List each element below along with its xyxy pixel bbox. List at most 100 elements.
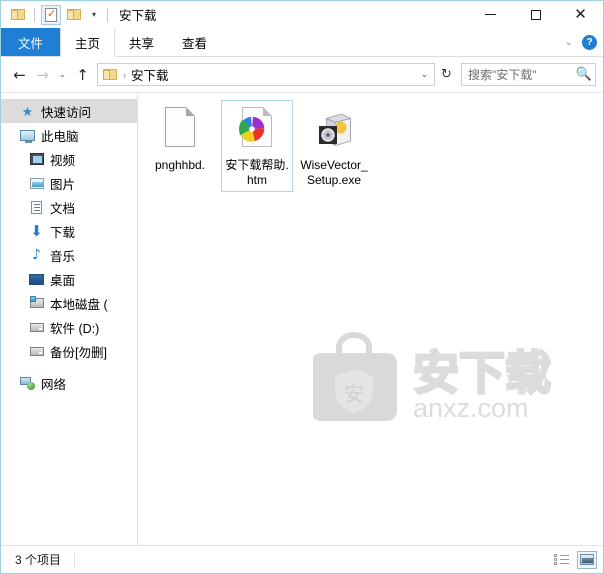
- breadcrumb-current-folder[interactable]: 安下载: [131, 65, 169, 84]
- qat-separator: [34, 7, 35, 22]
- recent-locations-button[interactable]: ⌄: [54, 63, 71, 87]
- html-file-icon: [233, 105, 281, 153]
- close-button[interactable]: ✕: [558, 1, 603, 28]
- downloads-icon: ⬇: [30, 222, 43, 240]
- view-mode-buttons: [551, 550, 597, 569]
- title-bar: ▾ 安下载 ✕: [1, 1, 603, 28]
- tab-view[interactable]: 查看: [168, 28, 221, 56]
- sidebar-item-label: 本地磁盘 (: [50, 297, 108, 312]
- sidebar-item-label: 网络: [41, 377, 67, 392]
- watermark-shield-char: 安: [344, 383, 364, 406]
- sidebar-item-desktop[interactable]: 桌面: [1, 267, 137, 291]
- list-item[interactable]: 安下载帮助.htm: [221, 100, 293, 192]
- minimize-icon: [485, 14, 496, 15]
- window-controls: ✕: [468, 1, 603, 28]
- quick-access-toolbar: ▾: [1, 4, 111, 25]
- forward-button[interactable]: →: [31, 63, 54, 87]
- sidebar-item-software-drive[interactable]: 软件 (D:): [1, 315, 137, 339]
- pictures-icon: [27, 175, 46, 191]
- file-explorer-window: ▾ 安下载 ✕ 文件 主页 共享 查看 ⌄ ? ← → ⌄ ↑ › 安下载: [0, 0, 604, 574]
- search-box[interactable]: 🔍: [461, 63, 596, 86]
- sidebar-item-videos[interactable]: 视频: [1, 147, 137, 171]
- sidebar-item-label: 快速访问: [41, 105, 92, 120]
- help-icon[interactable]: ?: [582, 34, 597, 50]
- properties-checkmark-icon: [45, 7, 57, 22]
- drive-icon: [27, 343, 46, 359]
- search-input[interactable]: [462, 66, 573, 83]
- chevron-down-icon[interactable]: ⌄: [565, 37, 573, 48]
- sidebar-item-label: 软件 (D:): [50, 321, 100, 336]
- watermark-logo: 安 安下载 anxz.com: [313, 332, 552, 423]
- search-icon[interactable]: 🔍: [573, 67, 595, 82]
- file-items: pnghhbd. 安下载帮助.htm WiseVector_Setup.exe: [138, 93, 603, 198]
- file-name-label: 安下载帮助.htm: [225, 158, 289, 187]
- list-item[interactable]: pnghhbd.: [144, 100, 216, 192]
- maximize-button[interactable]: [513, 1, 558, 28]
- sidebar-item-label: 下载: [50, 225, 76, 240]
- sidebar-item-music[interactable]: ♪ 音乐: [1, 243, 137, 267]
- sidebar-item-documents[interactable]: 文档: [1, 195, 137, 219]
- sidebar-item-quick-access[interactable]: ★ 快速访问: [1, 99, 137, 123]
- tab-share[interactable]: 共享: [115, 28, 168, 56]
- window-title: 安下载: [119, 9, 157, 23]
- sidebar-item-label: 文档: [50, 201, 76, 216]
- folder-icon: [103, 68, 118, 81]
- tab-file[interactable]: 文件: [1, 28, 61, 56]
- qat-separator-2: [107, 7, 108, 22]
- pinwheel-glyph: [239, 116, 265, 142]
- watermark-brand: 安下载: [413, 347, 551, 399]
- chevron-down-icon[interactable]: ▾: [87, 10, 101, 19]
- blank-file-icon: [156, 105, 204, 153]
- details-view-button[interactable]: [551, 551, 571, 569]
- sidebar-item-network[interactable]: 网络: [1, 371, 137, 395]
- sidebar-item-label: 音乐: [50, 249, 76, 264]
- desktop-icon: [27, 271, 46, 287]
- local-disk-icon: [27, 295, 46, 311]
- tab-home[interactable]: 主页: [60, 28, 116, 57]
- videos-icon: [27, 151, 46, 167]
- watermark-domain: anxz.com: [413, 393, 529, 423]
- folder-icon: [10, 8, 26, 21]
- sidebar-item-local-disk[interactable]: 本地磁盘 (: [1, 291, 137, 315]
- status-separator: [74, 552, 76, 567]
- sidebar-item-pictures[interactable]: 图片: [1, 171, 137, 195]
- documents-icon: [27, 199, 46, 215]
- drive-icon: [27, 319, 46, 335]
- explorer-body: ★ 快速访问 此电脑 视频 图片 文档 ⬇ 下载 ♪ 音乐 桌面 本地磁盘 (…: [1, 92, 603, 545]
- maximize-icon: [530, 9, 541, 20]
- navigation-pane: ★ 快速访问 此电脑 视频 图片 文档 ⬇ 下载 ♪ 音乐 桌面 本地磁盘 (…: [1, 93, 138, 545]
- sidebar-item-label: 桌面: [50, 273, 76, 288]
- back-button[interactable]: ←: [8, 63, 31, 87]
- chevron-down-icon[interactable]: ⌄: [415, 69, 434, 80]
- file-name-label: pnghhbd.: [154, 158, 206, 172]
- large-icons-view-icon: [580, 554, 594, 565]
- minimize-button[interactable]: [468, 1, 513, 28]
- this-pc-icon: [18, 127, 37, 143]
- qat-new-folder-button[interactable]: [64, 5, 84, 25]
- new-folder-icon: [66, 8, 82, 21]
- qat-properties-button[interactable]: [41, 4, 61, 25]
- address-path-box[interactable]: › 安下载 ⌄: [97, 63, 435, 86]
- address-bar: ← → ⌄ ↑ › 安下载 ⌄ ↻ 🔍: [1, 57, 603, 92]
- ribbon-right-controls: ⌄ ?: [565, 28, 597, 56]
- sidebar-item-label: 视频: [50, 153, 76, 168]
- sidebar-item-downloads[interactable]: ⬇ 下载: [1, 219, 137, 243]
- list-item[interactable]: WiseVector_Setup.exe: [298, 100, 370, 192]
- up-button[interactable]: ↑: [71, 63, 94, 87]
- sidebar-item-label: 备份[勿删]: [50, 345, 107, 360]
- large-icons-view-button[interactable]: [577, 550, 597, 569]
- file-list-pane[interactable]: pnghhbd. 安下载帮助.htm WiseVector_Setup.exe …: [138, 93, 603, 545]
- software-box-glyph: [319, 113, 352, 147]
- star-pin-icon: ★: [21, 103, 34, 119]
- sidebar-item-backup-drive[interactable]: 备份[勿删]: [1, 339, 137, 363]
- file-name-label: WiseVector_Setup.exe: [300, 158, 368, 187]
- sidebar-item-this-pc[interactable]: 此电脑: [1, 123, 137, 147]
- breadcrumb-separator: ›: [123, 69, 126, 80]
- item-count-label: 3 个项目: [15, 553, 62, 567]
- details-view-icon: [553, 553, 569, 566]
- breadcrumb[interactable]: › 安下载: [98, 65, 415, 84]
- sidebar-item-label: 图片: [50, 177, 76, 192]
- sidebar-item-label: 此电脑: [41, 129, 79, 144]
- qat-folder-button[interactable]: [8, 5, 28, 25]
- refresh-button[interactable]: ↻: [435, 63, 458, 86]
